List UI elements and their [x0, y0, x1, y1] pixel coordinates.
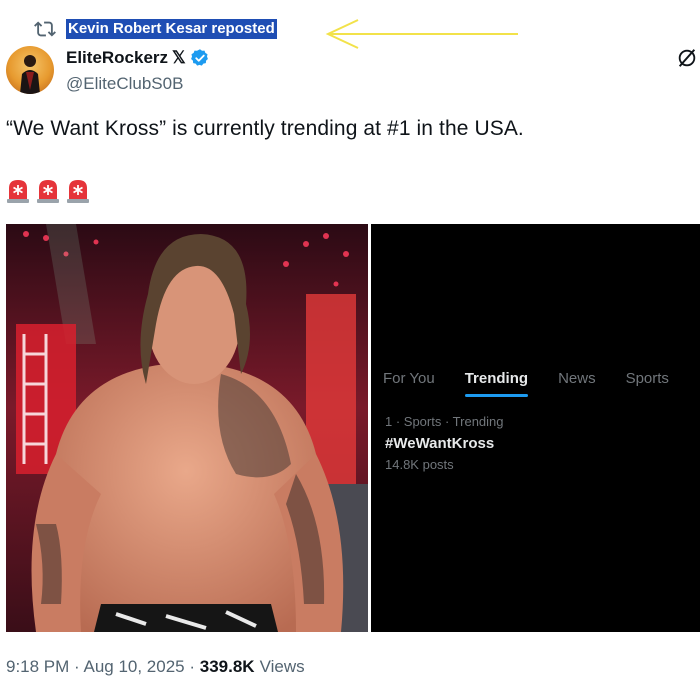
views-count: 339.8K [199, 657, 255, 676]
author-name-row: EliteRockerz 𝕏 [66, 47, 210, 69]
repost-icon [34, 21, 56, 37]
siren-icon [37, 180, 59, 203]
tweet-text: “We Want Kross” is currently trending at… [6, 117, 524, 140]
emoji-row [6, 178, 90, 204]
trend-name[interactable]: #WeWantKross [385, 435, 494, 452]
siren-icon [67, 180, 89, 203]
annotation-arrow [325, 19, 518, 49]
repost-label[interactable]: Kevin Robert Kesar reposted [66, 19, 277, 39]
avatar[interactable] [6, 46, 54, 94]
tweet-footer: 9:18 PM · Aug 10, 2025 · 339.8K Views [6, 657, 305, 677]
media-photo-wrestler[interactable] [6, 224, 368, 632]
author-block: EliteRockerz 𝕏 @EliteClubS0B [66, 47, 210, 94]
verified-badge-icon [190, 49, 208, 66]
wrestler-photo-illustration [6, 224, 368, 632]
timestamp[interactable]: 9:18 PM · Aug 10, 2025 · [6, 657, 200, 677]
avatar-figure-icon [20, 55, 40, 94]
siren-icon [7, 180, 29, 203]
trend-post-count: 14.8K posts [385, 457, 454, 472]
trend-meta: 1 · Sports · Trending [385, 414, 504, 429]
x-badge-icon: 𝕏 [172, 48, 186, 67]
tab-for-you[interactable]: For You [383, 370, 435, 387]
grok-icon[interactable] [676, 47, 698, 69]
media-trending-screenshot[interactable]: For You Trending News Sports E 1 · Sport… [371, 224, 700, 632]
repost-header: Kevin Robert Kesar reposted [34, 16, 277, 42]
author-name[interactable]: EliteRockerz [66, 48, 168, 68]
tab-news[interactable]: News [558, 370, 596, 387]
author-handle[interactable]: @EliteClubS0B [66, 74, 210, 94]
tab-sports[interactable]: Sports [626, 370, 669, 387]
trending-tabs: For You Trending News Sports E [383, 370, 700, 397]
views-label: Views [259, 657, 305, 676]
tab-trending[interactable]: Trending [464, 370, 529, 397]
